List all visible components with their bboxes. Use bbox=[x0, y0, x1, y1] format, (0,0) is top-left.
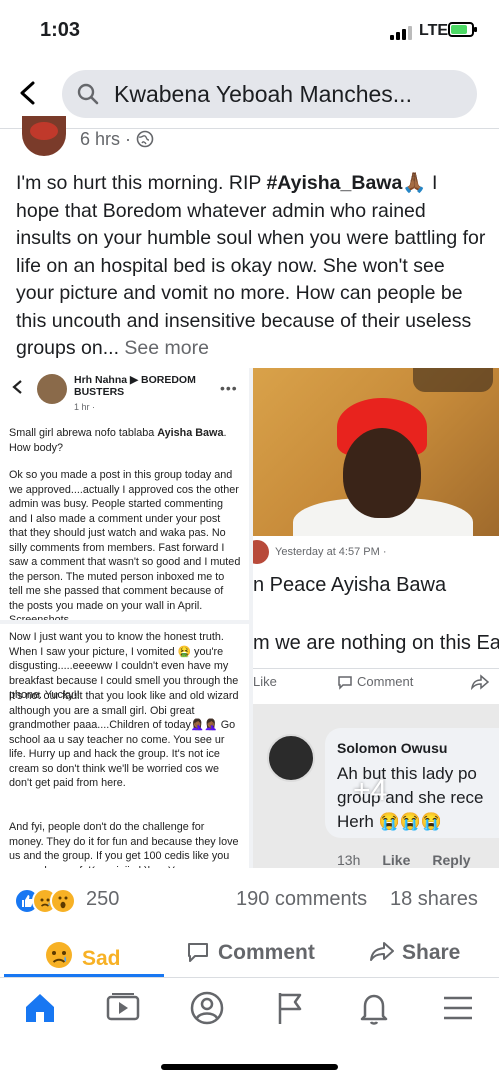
search-icon bbox=[77, 83, 99, 105]
screenshot-line: n Peace Ayisha Bawa bbox=[253, 574, 447, 596]
post-time: 6 hrs · bbox=[80, 129, 132, 149]
comment-icon bbox=[338, 676, 352, 690]
top-bar: Kwabena Yeboah Manches... bbox=[0, 62, 499, 124]
post-text: I'm so hurt this morning. RIP #Ayisha_Ba… bbox=[16, 172, 486, 359]
screenshot-author: Hrh Nahna ▶ BOREDOM BUSTERS bbox=[74, 374, 196, 398]
screenshot-paragraph: And fyi, people don't do the challenge f… bbox=[9, 821, 239, 868]
photo-portrait[interactable] bbox=[253, 368, 499, 536]
avatar bbox=[253, 540, 269, 564]
share-icon bbox=[471, 674, 489, 690]
pages-flag-icon[interactable] bbox=[270, 988, 310, 1028]
signal-icon bbox=[390, 24, 412, 40]
share-button[interactable]: Share bbox=[370, 940, 460, 965]
reaction-stats: 250 190 comments 18 shares bbox=[0, 876, 499, 922]
photo-screenshot-2[interactable]: Now I just want you to know the honest t… bbox=[0, 624, 249, 868]
header-divider bbox=[0, 128, 499, 129]
reaction-count[interactable]: 250 bbox=[86, 888, 119, 911]
more-options-icon: ••• bbox=[220, 380, 238, 396]
comment-icon bbox=[188, 943, 208, 962]
pray-emoji: 🙏🏾 bbox=[402, 172, 427, 194]
status-bar: 1:03 LTE bbox=[0, 0, 499, 58]
screenshot-time: Yesterday at 4:57 PM · bbox=[275, 546, 387, 558]
share-count[interactable]: 18 shares bbox=[390, 888, 478, 911]
comment-count[interactable]: 190 comments bbox=[236, 888, 367, 911]
search-query: Kwabena Yeboah Manches... bbox=[114, 81, 412, 107]
commenter-name: Solomon Owusu bbox=[337, 740, 448, 756]
screenshot-paragraph: Small girl abrewa nofo tablaba Ayisha Ba… bbox=[9, 427, 227, 454]
comment-meta: 13h Like Reply bbox=[337, 852, 471, 868]
comment-button[interactable]: Comment bbox=[186, 940, 315, 965]
post-actions: Sad Comment Share bbox=[0, 930, 499, 978]
photo-grid[interactable]: Hrh Nahna ▶ BOREDOM BUSTERS 1 hr · ••• S… bbox=[0, 368, 499, 868]
network-label: LTE bbox=[419, 22, 449, 39]
notifications-bell-icon[interactable] bbox=[354, 988, 394, 1028]
home-indicator bbox=[161, 1064, 338, 1070]
screenshot-time: 1 hr · bbox=[74, 402, 96, 412]
home-icon[interactable] bbox=[20, 988, 60, 1028]
screenshot-paragraph: It's not our fault that you look like an… bbox=[9, 690, 239, 789]
back-arrow-icon[interactable] bbox=[14, 78, 44, 108]
sad-face-icon bbox=[46, 942, 72, 968]
globe-icon bbox=[136, 130, 154, 148]
photo-screenshot-1[interactable]: Hrh Nahna ▶ BOREDOM BUSTERS 1 hr · ••• S… bbox=[0, 368, 249, 620]
watch-icon[interactable] bbox=[103, 988, 143, 1028]
photo-screenshot-3[interactable]: Yesterday at 4:57 PM · n Peace Ayisha Ba… bbox=[253, 536, 499, 704]
hashtag-link[interactable]: #Ayisha_Bawa bbox=[266, 172, 402, 194]
author-avatar[interactable] bbox=[22, 116, 66, 156]
avatar bbox=[267, 734, 315, 782]
reaction-icons[interactable] bbox=[14, 888, 84, 914]
photo-screenshot-4[interactable]: Solomon Owusu Ah but this lady po group … bbox=[253, 704, 499, 868]
screenshot-line: m we are nothing on this Ea bbox=[253, 632, 499, 654]
screenshot-comment-label: Comment bbox=[337, 674, 413, 690]
back-arrow-icon bbox=[12, 380, 22, 394]
screenshot-like-label: Like bbox=[253, 674, 277, 689]
avatar bbox=[37, 374, 67, 404]
tab-bar bbox=[0, 978, 499, 1038]
sad-button[interactable]: Sad bbox=[44, 940, 121, 971]
battery-icon bbox=[448, 22, 477, 37]
post-meta: 6 hrs · bbox=[80, 129, 154, 150]
screenshot-paragraph: Ok so you made a post in this group toda… bbox=[9, 469, 241, 620]
clock: 1:03 bbox=[40, 19, 81, 41]
see-more-link[interactable]: See more bbox=[124, 337, 209, 359]
more-photos-count[interactable]: +4 bbox=[353, 774, 387, 808]
wow-reaction-icon bbox=[50, 888, 76, 914]
menu-icon[interactable] bbox=[438, 988, 478, 1028]
search-input[interactable]: Kwabena Yeboah Manches... bbox=[62, 70, 477, 118]
profile-icon[interactable] bbox=[187, 988, 227, 1028]
share-icon bbox=[370, 942, 394, 961]
divider bbox=[253, 668, 499, 669]
